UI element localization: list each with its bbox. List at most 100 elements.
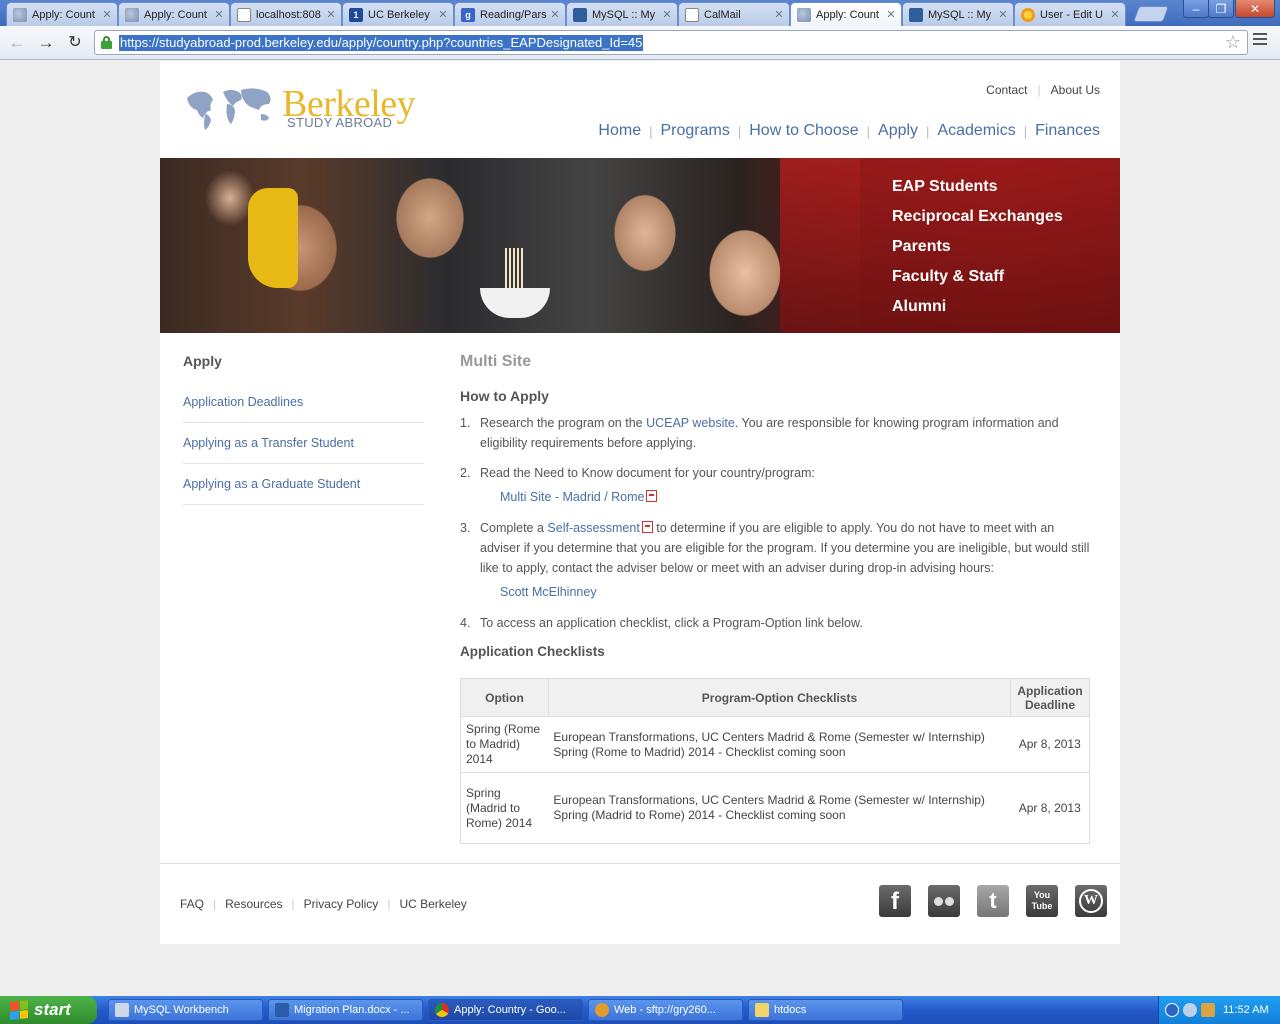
back-arrow-icon[interactable]: ←	[6, 32, 28, 54]
new-tab-button[interactable]	[1133, 6, 1169, 22]
nav-programs[interactable]: Programs	[660, 122, 729, 140]
browser-tab[interactable]: 1 UC Berkeley ✕	[342, 2, 454, 26]
youtube-icon[interactable]: You Tube	[1026, 885, 1058, 917]
need-to-know-link[interactable]: Multi Site - Madrid / Rome	[500, 490, 658, 504]
uceap-website-link[interactable]: UCEAP website	[646, 416, 735, 430]
browser-tab[interactable]: MySQL :: My ✕	[566, 2, 678, 26]
wordpress-icon[interactable]: W	[1075, 885, 1107, 917]
nav-how-to-choose[interactable]: How to Choose	[749, 122, 858, 140]
close-icon[interactable]: ✕	[773, 8, 785, 21]
option-cell: Spring (Rome to Madrid) 2014	[460, 716, 549, 773]
taskbar-item-htdocs[interactable]: htdocs	[748, 999, 903, 1021]
minimize-button[interactable]: –	[1183, 0, 1209, 18]
sidebar-item-graduate-student[interactable]: Applying as a Graduate Student	[183, 464, 424, 505]
close-icon[interactable]: ✕	[101, 8, 113, 21]
tray-app-icon[interactable]	[1201, 1003, 1215, 1017]
taskbar-item-label: Apply: Country - Goo...	[454, 1004, 566, 1016]
nav-academics[interactable]: Academics	[937, 122, 1015, 140]
sidebar-item-transfer-student[interactable]: Applying as a Transfer Student	[183, 423, 424, 464]
flickr-icon[interactable]	[928, 885, 960, 917]
word-icon	[275, 1003, 289, 1017]
nav-separator: |	[213, 897, 217, 911]
audience-link-eap-students[interactable]: EAP Students	[892, 178, 998, 196]
step-number: 1.	[460, 416, 471, 430]
deadline-cell: Apr 8, 2013	[1010, 772, 1090, 844]
close-icon[interactable]: ✕	[213, 8, 225, 21]
footer-link-uc-berkeley[interactable]: UC Berkeley	[399, 897, 466, 911]
page-title: Multi Site	[460, 353, 532, 370]
taskbar-item-chrome[interactable]: Apply: Country - Goo...	[428, 999, 583, 1021]
reload-icon[interactable]: ↻	[64, 32, 86, 54]
address-bar[interactable]: https://studyabroad-prod.berkeley.edu/ap…	[94, 30, 1248, 55]
nav-finances[interactable]: Finances	[1035, 122, 1100, 140]
sidebar-item-application-deadlines[interactable]: Application Deadlines	[183, 382, 424, 423]
close-icon[interactable]: ✕	[885, 8, 897, 21]
tab-title: Reading/Pars	[480, 8, 547, 21]
menu-icon[interactable]	[1253, 33, 1267, 47]
start-button[interactable]: start	[0, 996, 97, 1024]
nav-separator: |	[737, 123, 742, 139]
audience-link-reciprocal-exchanges[interactable]: Reciprocal Exchanges	[892, 208, 1063, 226]
close-icon[interactable]: ✕	[325, 8, 337, 21]
maximize-button[interactable]: ❐	[1208, 0, 1234, 18]
taskbar-item-word[interactable]: Migration Plan.docx - ...	[268, 999, 423, 1021]
browser-tab[interactable]: localhost:808 ✕	[230, 2, 342, 26]
footer-link-faq[interactable]: FAQ	[180, 897, 204, 911]
chrome-icon	[435, 1003, 449, 1017]
browser-tab[interactable]: MySQL :: My ✕	[902, 2, 1014, 26]
nav-home[interactable]: Home	[598, 122, 641, 140]
audience-nav: EAP Students Reciprocal Exchanges Parent…	[860, 158, 1120, 333]
tab-title: Apply: Count	[144, 8, 207, 21]
browser-tab[interactable]: User - Edit U ✕	[1014, 2, 1126, 26]
contact-link[interactable]: Contact	[986, 83, 1027, 97]
browser-tab-active[interactable]: Apply: Count ✕	[790, 2, 902, 26]
gear-icon	[595, 1003, 609, 1017]
taskbar-item-label: Migration Plan.docx - ...	[294, 1004, 410, 1016]
audience-link-faculty-staff[interactable]: Faculty & Staff	[892, 268, 1004, 286]
world-map-icon	[187, 88, 271, 130]
column-header-deadline: Application Deadline	[1010, 678, 1090, 717]
need-to-know-link-label[interactable]: Multi Site - Madrid / Rome	[500, 490, 644, 504]
url-text[interactable]: https://studyabroad-prod.berkeley.edu/ap…	[119, 35, 644, 51]
berkeley-study-abroad-logo[interactable]: Berkeley STUDY ABROAD	[183, 83, 433, 134]
tab-title: localhost:808	[256, 8, 321, 21]
taskbar-item-mysql-workbench[interactable]: MySQL Workbench	[108, 999, 263, 1021]
program-name: European Transformations, UC Centers Mad…	[553, 729, 985, 744]
close-icon[interactable]: ✕	[661, 8, 673, 21]
browser-tab[interactable]: g Reading/Pars ✕	[454, 2, 566, 26]
footer-link-resources[interactable]: Resources	[225, 897, 282, 911]
step-2-text: Read the Need to Know document for your …	[480, 466, 815, 480]
nav-apply[interactable]: Apply	[878, 122, 918, 140]
close-icon[interactable]: ✕	[437, 8, 449, 21]
audience-link-alumni[interactable]: Alumni	[892, 298, 946, 316]
browser-tab[interactable]: CalMail ✕	[678, 2, 790, 26]
self-assessment-link[interactable]: Self-assessment	[547, 521, 639, 535]
youtube-icon-text: Tube	[1031, 901, 1053, 911]
tab-title: MySQL :: My	[928, 8, 992, 21]
browser-toolbar: ← → ↻ https://studyabroad-prod.berkeley.…	[0, 26, 1280, 60]
adviser-link[interactable]: Scott McElhinney	[500, 585, 597, 599]
close-icon[interactable]: ✕	[1109, 8, 1121, 21]
browser-tab[interactable]: Apply: Count ✕	[6, 2, 118, 26]
bookmark-star-icon[interactable]: ☆	[1225, 32, 1241, 53]
close-icon[interactable]: ✕	[997, 8, 1009, 21]
about-us-link[interactable]: About Us	[1051, 83, 1100, 97]
logo-subtitle: STUDY ABROAD	[287, 115, 393, 130]
forward-arrow-icon[interactable]: →	[35, 32, 57, 54]
audience-link-parents[interactable]: Parents	[892, 238, 951, 256]
deadline-cell: Apr 8, 2013	[1010, 716, 1090, 773]
facebook-icon[interactable]: f	[879, 885, 911, 917]
globe-icon	[125, 7, 139, 22]
close-icon[interactable]: ✕	[549, 8, 561, 21]
close-window-button[interactable]: ✕	[1235, 0, 1275, 18]
twitter-icon[interactable]: t	[977, 885, 1009, 917]
footer-link-privacy-policy[interactable]: Privacy Policy	[304, 897, 379, 911]
tray-network-icon[interactable]	[1183, 1003, 1197, 1017]
tray-expand-icon[interactable]	[1165, 1003, 1179, 1017]
pdf-icon	[646, 490, 658, 502]
calendar-icon: 1	[349, 7, 363, 22]
taskbar-item-sftp[interactable]: Web - sftp://gry260...	[588, 999, 743, 1021]
footer: FAQ | Resources | Privacy Policy | UC Be…	[160, 863, 1120, 944]
taskbar-item-label: Web - sftp://gry260...	[614, 1004, 716, 1016]
browser-tab[interactable]: Apply: Count ✕	[118, 2, 230, 26]
